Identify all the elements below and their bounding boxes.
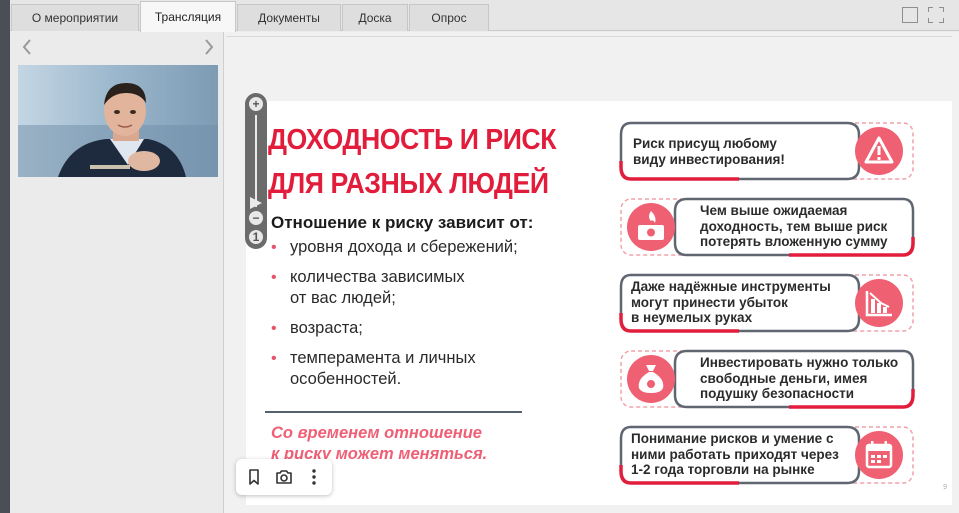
left-window-edge xyxy=(0,0,10,513)
falling-chart-icon xyxy=(855,279,903,327)
tab-label: О мероприятии xyxy=(31,11,119,25)
tab-broadcast[interactable]: Трансляция xyxy=(140,1,236,32)
tab-poll[interactable]: Опрос xyxy=(409,4,489,31)
tab-label: Документы xyxy=(258,11,320,25)
zoom-in-button[interactable]: + xyxy=(249,97,263,111)
card-text: Даже надёжные инструменты могут принести… xyxy=(631,279,831,325)
slide-page-number: 9 xyxy=(943,484,947,491)
money-bag-icon xyxy=(627,355,675,403)
card-text: Понимание рисков и умение с ними работат… xyxy=(631,431,839,477)
info-card: Риск присущ любому виду инвестирования! xyxy=(619,121,915,181)
fullscreen-icon[interactable] xyxy=(928,7,944,23)
list-item: количества зависимых от вас людей; xyxy=(271,267,518,309)
card-text: Чем выше ожидаемая доходность, тем выше … xyxy=(700,203,888,249)
presentation-slide: ДОХОДНОСТЬ И РИСК ДЛЯ РАЗНЫХ ЛЮДЕЙ Отнош… xyxy=(246,101,952,505)
chevron-right-icon[interactable] xyxy=(202,38,216,56)
slide-subheading: Отношение к риску зависит от: xyxy=(271,213,534,232)
info-card: Инвестировать нужно только свободные ден… xyxy=(619,349,915,409)
tab-bar: О мероприятии Трансляция Документы Доска… xyxy=(10,0,959,32)
card-text: Риск присущ любому виду инвестирования! xyxy=(633,136,785,167)
list-item: возраста; xyxy=(271,318,518,339)
zoom-slider-handle[interactable] xyxy=(250,197,262,209)
screenshot-icon[interactable] xyxy=(272,465,296,489)
tab-label: Трансляция xyxy=(154,10,222,24)
speaker-video[interactable] xyxy=(18,65,218,177)
slide-title: ДОХОДНОСТЬ И РИСК ДЛЯ РАЗНЫХ ЛЮДЕЙ xyxy=(268,119,557,207)
chevron-left-icon[interactable] xyxy=(20,38,34,56)
info-card: Понимание рисков и умение с ними работат… xyxy=(619,425,915,485)
warning-icon xyxy=(855,127,903,175)
list-item: темперамента и личных особенностей. xyxy=(271,348,518,390)
zoom-control: + − 1 xyxy=(245,93,267,249)
slide-toolbar xyxy=(236,459,332,495)
info-card: Чем выше ожидаемая доходность, тем выше … xyxy=(619,197,915,257)
tab-label: Опрос xyxy=(431,11,467,25)
participant-sidebar xyxy=(10,32,223,513)
window-mode-icon[interactable] xyxy=(902,7,918,23)
tab-about-event[interactable]: О мероприятии xyxy=(11,4,139,31)
burning-money-icon xyxy=(627,203,675,251)
slide-title-line: ДОХОДНОСТЬ И РИСК xyxy=(268,124,557,156)
card-text: Инвестировать нужно только свободные ден… xyxy=(700,355,899,401)
risk-factors-list: уровня дохода и сбережений; количества з… xyxy=(271,237,518,399)
zoom-reset-button[interactable]: 1 xyxy=(249,230,263,244)
bookmark-icon[interactable] xyxy=(242,465,266,489)
info-card: Даже надёжные инструменты могут принести… xyxy=(619,273,915,333)
content-divider xyxy=(226,36,952,37)
tab-documents[interactable]: Документы xyxy=(237,4,341,31)
calendar-icon xyxy=(855,431,903,479)
tab-board[interactable]: Доска xyxy=(342,4,408,31)
more-vertical-icon[interactable] xyxy=(302,465,326,489)
zoom-out-button[interactable]: − xyxy=(249,211,263,225)
slide-title-line: ДЛЯ РАЗНЫХ ЛЮДЕЙ xyxy=(268,168,549,200)
presentation-area: ДОХОДНОСТЬ И РИСК ДЛЯ РАЗНЫХ ЛЮДЕЙ Отнош… xyxy=(223,32,959,513)
zoom-track[interactable] xyxy=(255,115,257,207)
list-item: уровня дохода и сбережений; xyxy=(271,237,518,258)
tab-label: Доска xyxy=(358,11,392,25)
slide-divider xyxy=(265,411,522,413)
